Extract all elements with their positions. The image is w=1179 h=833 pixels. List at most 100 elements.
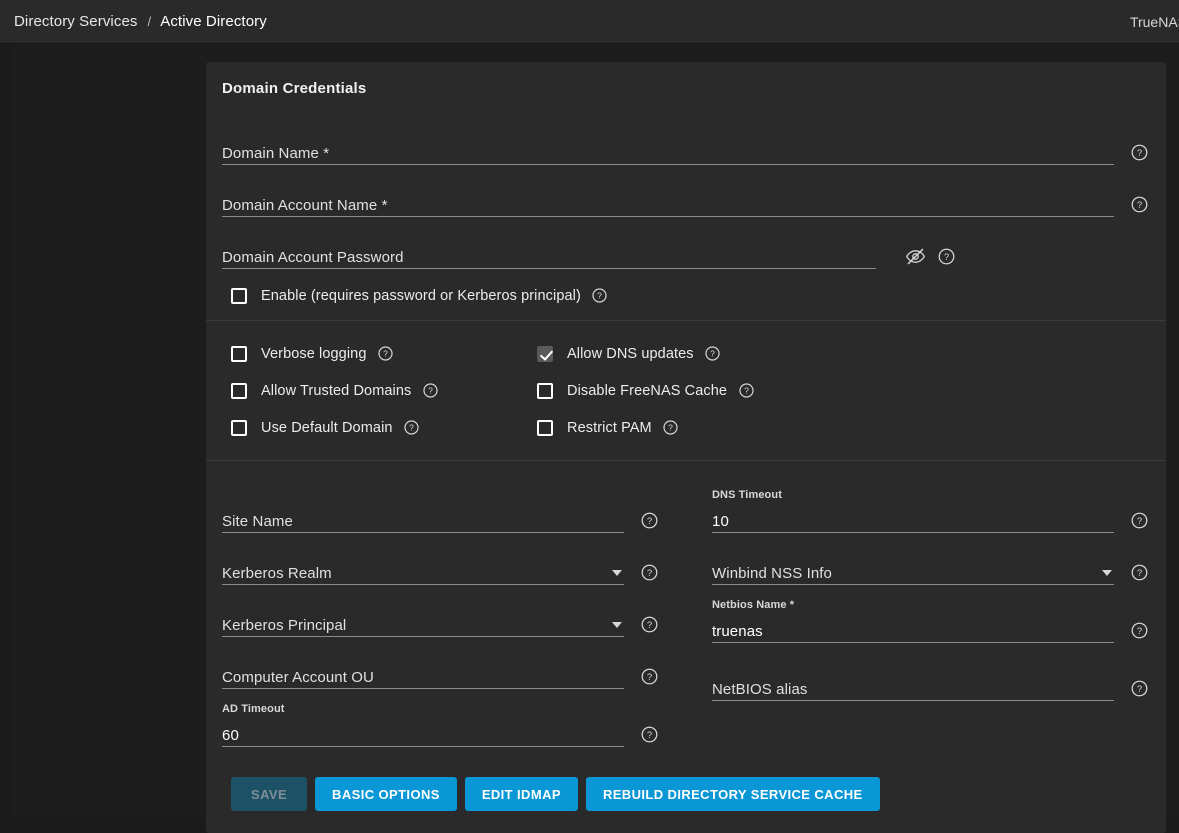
help-icon[interactable]: ? [638, 561, 660, 583]
field-dns-timeout-icons: ? [1114, 509, 1150, 533]
field-dns-timeout[interactable]: DNS Timeout 10 ? [712, 489, 1150, 533]
checkbox-verbose-logging[interactable]: Verbose logging ? [231, 335, 537, 372]
svg-text:?: ? [710, 349, 715, 359]
checkbox-verbose-logging-box[interactable] [231, 346, 247, 362]
field-site-name-label: Site Name [222, 514, 293, 529]
edit-idmap-button[interactable]: EDIT IDMAP [465, 777, 578, 811]
checkbox-allow-trusted-domains[interactable]: Allow Trusted Domains ? [231, 372, 537, 409]
checkbox-allow-dns-updates[interactable]: Allow DNS updates ? [537, 335, 1150, 372]
sidebar-rail [0, 44, 12, 818]
breadcrumb: Directory Services / Active Directory [14, 13, 267, 30]
field-netbios-name-input[interactable]: Netbios Name * truenas [712, 613, 1114, 643]
help-icon[interactable]: ? [638, 509, 660, 531]
field-domain-name-input[interactable]: Domain Name * [222, 135, 1114, 165]
field-kerberos-principal-select[interactable]: Kerberos Principal [222, 607, 624, 637]
help-icon[interactable]: ? [1128, 561, 1150, 583]
field-domain-account-name[interactable]: Domain Account Name * ? [222, 173, 1150, 217]
breadcrumb-parent[interactable]: Directory Services [14, 13, 138, 30]
field-kerberos-principal[interactable]: Kerberos Principal ? [222, 593, 660, 637]
checkbox-allow-dns-updates-box[interactable] [537, 346, 553, 362]
advanced-section: Site Name ? Kerberos Realm [206, 461, 1166, 821]
field-kerberos-realm-icons: ? [624, 561, 660, 585]
field-site-name[interactable]: Site Name ? [222, 489, 660, 533]
basic-options-button[interactable]: BASIC OPTIONS [315, 777, 457, 811]
field-netbios-name[interactable]: Netbios Name * truenas ? [712, 599, 1150, 643]
checkbox-use-default-domain-label: Use Default Domain [261, 420, 393, 436]
help-icon[interactable]: ? [589, 285, 611, 307]
help-icon[interactable]: ? [1128, 193, 1150, 215]
chevron-down-icon[interactable] [612, 622, 622, 628]
field-site-name-icons: ? [624, 509, 660, 533]
help-icon[interactable]: ? [638, 723, 660, 745]
checkbox-disable-freenas-cache[interactable]: Disable FreeNAS Cache ? [537, 372, 1150, 409]
chevron-down-icon[interactable] [1102, 570, 1112, 576]
field-kerberos-realm-select[interactable]: Kerberos Realm [222, 555, 624, 585]
field-domain-name-icons: ? [1114, 141, 1150, 165]
checkbox-enable-box[interactable] [231, 288, 247, 304]
svg-text:?: ? [646, 729, 651, 740]
help-icon[interactable]: ? [401, 417, 423, 439]
field-site-name-input[interactable]: Site Name [222, 503, 624, 533]
visibility-off-icon[interactable] [904, 245, 926, 267]
checkbox-allow-trusted-domains-box[interactable] [231, 383, 247, 399]
field-domain-account-password[interactable]: Domain Account Password ? [222, 225, 1150, 269]
advanced-column-right: DNS Timeout 10 ? Winbind NSS Info [712, 489, 1150, 747]
help-icon[interactable]: ? [419, 380, 441, 402]
svg-text:?: ? [409, 423, 414, 433]
checkbox-disable-freenas-cache-label: Disable FreeNAS Cache [567, 383, 727, 399]
field-ad-timeout-input[interactable]: AD Timeout 60 [222, 717, 624, 747]
rebuild-directory-service-cache-button[interactable]: REBUILD DIRECTORY SERVICE CACHE [586, 777, 880, 811]
field-dns-timeout-label: DNS Timeout [712, 489, 782, 501]
checkbox-use-default-domain-box[interactable] [231, 420, 247, 436]
field-kerberos-principal-label: Kerberos Principal [222, 618, 612, 633]
field-kerberos-realm-label: Kerberos Realm [222, 566, 612, 581]
save-button[interactable]: SAVE [231, 777, 307, 811]
field-dns-timeout-value: 10 [712, 514, 729, 529]
checkbox-restrict-pam-box[interactable] [537, 420, 553, 436]
field-netbios-alias-icons: ? [1114, 677, 1150, 701]
field-computer-account-ou-label: Computer Account OU [222, 670, 374, 685]
field-netbios-alias[interactable]: NetBIOS alias ? [712, 657, 1150, 701]
field-winbind-nss-info[interactable]: Winbind NSS Info ? [712, 541, 1150, 585]
help-icon[interactable]: ? [1128, 141, 1150, 163]
help-icon[interactable]: ? [702, 343, 724, 365]
field-domain-name[interactable]: Domain Name * ? [222, 121, 1150, 165]
field-ad-timeout[interactable]: AD Timeout 60 ? [222, 703, 660, 747]
help-icon[interactable]: ? [660, 417, 682, 439]
help-icon[interactable]: ? [1128, 619, 1150, 641]
help-icon[interactable]: ? [735, 380, 757, 402]
field-domain-account-password-input[interactable]: Domain Account Password [222, 239, 876, 269]
help-icon[interactable]: ? [638, 613, 660, 635]
field-domain-account-name-input[interactable]: Domain Account Name * [222, 187, 1114, 217]
options-column-right: Allow DNS updates ? Disable FreeNAS Cach… [537, 335, 1150, 446]
toolbar-left: Directory Services / Active Directory [0, 0, 267, 43]
field-computer-account-ou-input[interactable]: Computer Account OU [222, 659, 624, 689]
svg-text:?: ? [668, 423, 673, 433]
chevron-down-icon[interactable] [612, 570, 622, 576]
svg-text:?: ? [646, 567, 651, 578]
options-column-left: Verbose logging ? Allow Trusted Domains … [231, 335, 537, 446]
field-computer-account-ou[interactable]: Computer Account OU ? [222, 645, 660, 689]
toolbar-right: TrueNAS C [1130, 0, 1179, 43]
help-icon[interactable]: ? [935, 245, 957, 267]
help-icon[interactable]: ? [1128, 509, 1150, 531]
field-ad-timeout-icons: ? [624, 723, 660, 747]
svg-text:?: ? [646, 619, 651, 630]
checkbox-use-default-domain[interactable]: Use Default Domain ? [231, 409, 537, 446]
help-icon[interactable]: ? [1128, 677, 1150, 699]
checkbox-disable-freenas-cache-box[interactable] [537, 383, 553, 399]
checkbox-enable[interactable]: Enable (requires password or Kerberos pr… [231, 277, 1150, 314]
field-winbind-nss-info-label: Winbind NSS Info [712, 566, 1102, 581]
help-icon[interactable]: ? [375, 343, 397, 365]
help-icon[interactable]: ? [638, 665, 660, 687]
checkbox-restrict-pam[interactable]: Restrict PAM ? [537, 409, 1150, 446]
field-dns-timeout-input[interactable]: DNS Timeout 10 [712, 503, 1114, 533]
field-netbios-alias-input[interactable]: NetBIOS alias [712, 671, 1114, 701]
svg-text:?: ? [1136, 515, 1141, 526]
top-toolbar: Directory Services / Active Directory Tr… [0, 0, 1179, 44]
field-kerberos-realm[interactable]: Kerberos Realm ? [222, 541, 660, 585]
field-ad-timeout-label: AD Timeout [222, 703, 285, 715]
credentials-section: Domain Name * ? Domain Account Name * ? [206, 97, 1166, 320]
field-winbind-nss-info-select[interactable]: Winbind NSS Info [712, 555, 1114, 585]
checkbox-enable-label: Enable (requires password or Kerberos pr… [261, 288, 581, 304]
